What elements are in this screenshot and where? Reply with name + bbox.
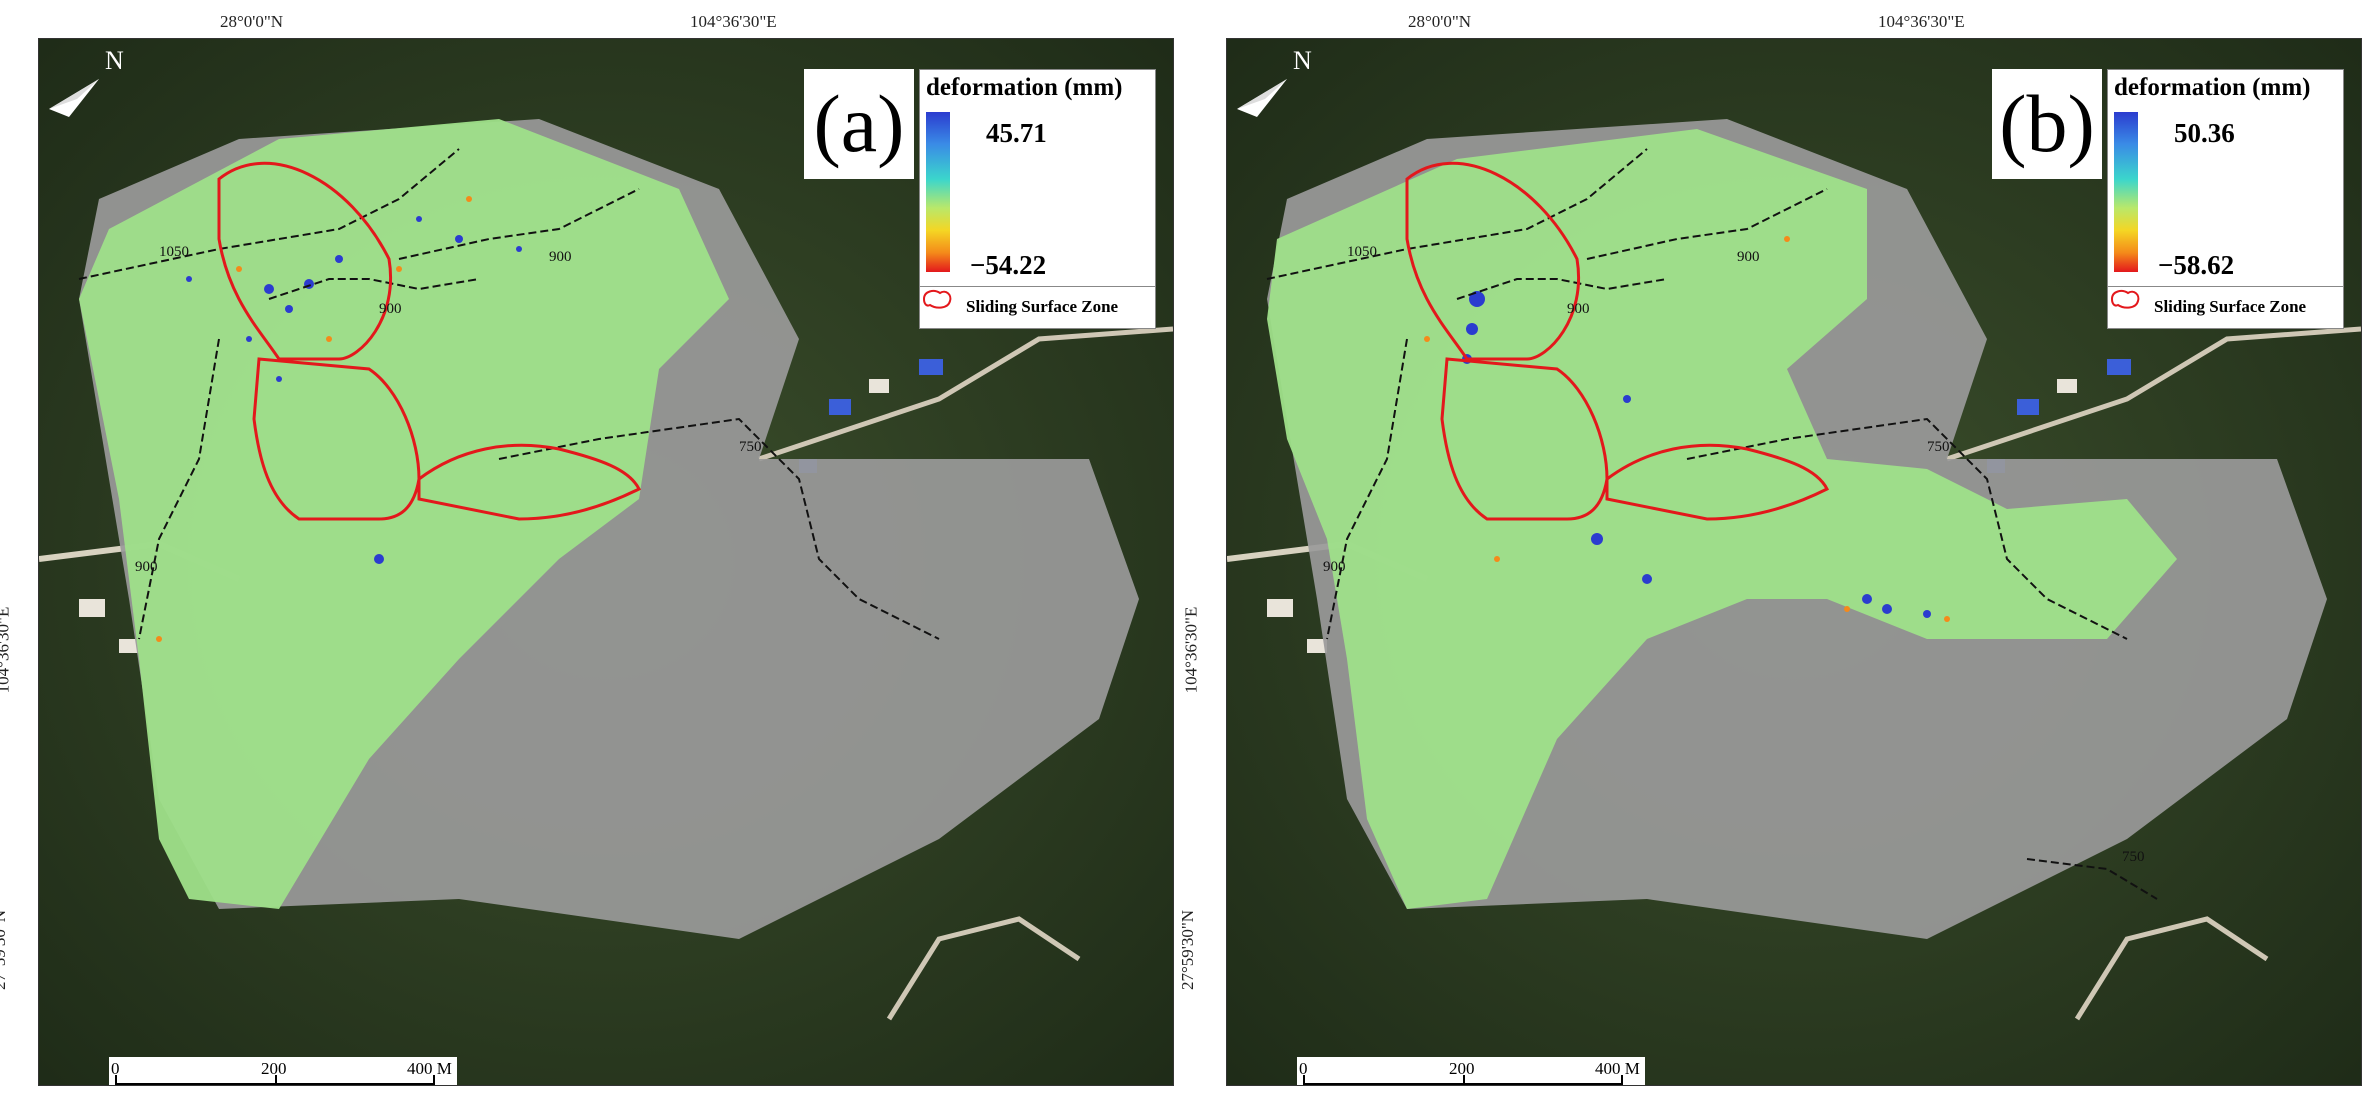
scale-tick-label: 400 M [1595, 1059, 1640, 1078]
panel-b: 28°0'0"N 104°36'30"E 104°36'30"E 27°59'3… [1178, 0, 2368, 1102]
svg-text:N: N [1293, 46, 1312, 75]
legend-title: deformation (mm) [2114, 74, 2311, 101]
latitude-label-top: 28°0'0"N [1408, 12, 1472, 31]
scale-tick-label: 400 M [407, 1059, 452, 1078]
contour-label: 750 [2122, 849, 2145, 865]
colorbar [2114, 112, 2138, 272]
latitude-label-left: 27°59'30"N [1178, 909, 1198, 991]
legend-zone-entry: Sliding Surface Zone [920, 286, 1155, 327]
building [919, 359, 943, 375]
scale-tick [1303, 1075, 1305, 1085]
contour-label: 900 [1737, 249, 1760, 265]
contour-label: 750 [1927, 439, 1950, 455]
latitude-label-top: 28°0'0"N [220, 12, 284, 31]
building [79, 599, 105, 617]
panel-a: 28°0'0"N 104°36'30"E 104°36'30"E 27°59'3… [0, 0, 1180, 1102]
contour-label: 1050 [1347, 244, 1377, 260]
contour-label: 750 [739, 439, 762, 455]
latitude-label-left: 27°59'30"N [0, 909, 10, 991]
scale-tick [433, 1075, 435, 1085]
legend-min-value: −54.22 [970, 250, 1047, 280]
map-frame: 1050 900 900 750 900 N (a) deformation (… [38, 38, 1174, 1086]
contour-label: 900 [135, 559, 158, 575]
north-arrow-icon: N [1237, 46, 1312, 117]
legend-zone-label: Sliding Surface Zone [2154, 297, 2307, 316]
scale-tick [115, 1075, 117, 1085]
legend-min-value: −58.62 [2158, 250, 2235, 280]
building [829, 399, 851, 415]
svg-text:N: N [105, 46, 124, 75]
legend-max-value: 45.71 [986, 118, 1047, 148]
contour-label: 900 [549, 249, 572, 265]
building [2107, 359, 2131, 375]
longitude-label-top: 104°36'30"E [690, 12, 777, 31]
building [2017, 399, 2039, 415]
sliding-zone-swatch-icon [2110, 290, 2140, 309]
contour-label: 900 [1567, 301, 1590, 317]
scale-tick [1463, 1075, 1465, 1085]
panel-label: (b) [1992, 69, 2102, 179]
scale-tick [1621, 1075, 1623, 1085]
scale-bar: 0 200 400 M [109, 1057, 457, 1085]
legend-title: deformation (mm) [926, 74, 1123, 101]
colorbar [926, 112, 950, 272]
contour-label: 1050 [159, 244, 189, 260]
scale-tick-label: 200 [1449, 1059, 1475, 1078]
building [869, 379, 889, 393]
legend-zone-label: Sliding Surface Zone [966, 297, 1119, 316]
building [2057, 379, 2077, 393]
longitude-label-left: 104°36'30"E [0, 606, 13, 694]
scale-bar: 0 200 400 M [1297, 1057, 1645, 1085]
longitude-label-left: 104°36'30"E [1181, 606, 1201, 694]
building [1267, 599, 1293, 617]
legend-zone-entry: Sliding Surface Zone [2108, 286, 2343, 327]
scale-tick [275, 1075, 277, 1085]
contour-label: 900 [379, 301, 402, 317]
deformation-legend: deformation (mm) 45.71 −54.22 Sliding Su… [919, 69, 1156, 329]
sliding-zone-swatch-icon [922, 290, 952, 309]
scale-tick-label: 200 [261, 1059, 287, 1078]
panel-label: (a) [804, 69, 914, 179]
deformation-legend: deformation (mm) 50.36 −58.62 Sliding Su… [2107, 69, 2344, 329]
north-arrow-icon: N [49, 46, 124, 117]
legend-max-value: 50.36 [2174, 118, 2235, 148]
longitude-label-top: 104°36'30"E [1878, 12, 1965, 31]
map-frame: 1050 900 900 750 900 750 N (b) deformati… [1226, 38, 2362, 1086]
contour-label: 900 [1323, 559, 1346, 575]
